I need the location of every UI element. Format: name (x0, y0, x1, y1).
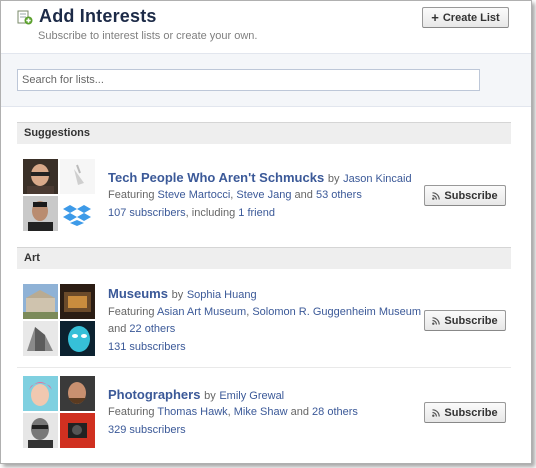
list-thumbnails (23, 159, 95, 231)
list-name-row: Museums by Sophia Huang (108, 286, 257, 301)
list-name-link[interactable]: Photographers (108, 387, 200, 402)
and-label: and (290, 406, 309, 418)
thumbnail-image (60, 159, 95, 194)
featuring-line: Featuring Steve Martocci, Steve Jang and… (108, 189, 362, 201)
section-header-suggestions: Suggestions (17, 122, 511, 144)
rss-icon (432, 408, 441, 417)
subscribe-button[interactable]: Subscribe (424, 402, 506, 423)
featuring-label: Featuring (108, 189, 155, 201)
list-thumbnails (23, 284, 95, 356)
by-label: by (327, 173, 340, 185)
by-label: by (171, 289, 184, 301)
search-bar (1, 54, 531, 107)
subscribers-line: 329 subscribers (108, 424, 186, 436)
featuring-line: Featuring Thomas Hawk, Mike Shaw and 28 … (108, 406, 358, 418)
subscribers-line: 131 subscribers (108, 341, 186, 353)
section-header-art: Art (17, 247, 511, 269)
featuring-label: Featuring (108, 306, 155, 318)
page-title: Add Interests (39, 6, 157, 26)
dropbox-icon (60, 196, 95, 231)
featured-link[interactable]: Steve Jang (236, 189, 291, 201)
list-name-link[interactable]: Museums (108, 286, 168, 301)
thumbnail-image (60, 413, 95, 448)
search-input[interactable] (17, 69, 480, 91)
thumbnail-image (23, 196, 58, 231)
featured-link[interactable]: Solomon R. Guggenheim Museum (252, 306, 421, 318)
add-interests-dialog: Add Interests Subscribe to interest list… (0, 0, 532, 464)
featuring-line: Featuring Asian Art Museum, Solomon R. G… (108, 306, 421, 318)
create-list-label: Create List (442, 11, 500, 24)
thumbnail-image (60, 321, 95, 356)
author-link[interactable]: Emily Grewal (219, 390, 284, 402)
thumbnail-image (23, 413, 58, 448)
comma-separator: , (227, 406, 231, 418)
subscribers-link[interactable]: 107 subscribers (108, 207, 186, 219)
friend-link[interactable]: 1 friend (238, 207, 275, 219)
others-link[interactable]: 53 others (316, 189, 362, 201)
author-link[interactable]: Sophia Huang (187, 289, 257, 301)
featuring-label: Featuring (108, 406, 155, 418)
create-list-button[interactable]: + Create List (422, 7, 509, 28)
comma-separator: , (230, 189, 234, 201)
rss-icon (432, 316, 441, 325)
list-name-row: Photographers by Emily Grewal (108, 387, 284, 402)
item-divider (17, 367, 511, 368)
subscribers-link[interactable]: 131 subscribers (108, 341, 186, 353)
list-name-link[interactable]: Tech People Who Aren't Schmucks (108, 170, 324, 185)
author-link[interactable]: Jason Kincaid (343, 173, 412, 185)
featured-link[interactable]: Mike Shaw (234, 406, 288, 418)
plus-icon: + (431, 10, 439, 25)
subscribe-label: Subscribe (444, 189, 498, 202)
featured-link[interactable]: Thomas Hawk (157, 406, 227, 418)
subscribe-button[interactable]: Subscribe (424, 185, 506, 206)
by-label: by (204, 390, 216, 402)
subscribe-label: Subscribe (444, 314, 498, 327)
thumbnail-image (23, 376, 58, 411)
rss-icon (432, 191, 441, 200)
subscribe-button[interactable]: Subscribe (424, 310, 506, 331)
thumbnail-image (60, 376, 95, 411)
subscribe-label: Subscribe (444, 406, 498, 419)
others-link[interactable]: 22 others (129, 323, 175, 335)
others-link[interactable]: 28 others (312, 406, 358, 418)
featured-link[interactable]: Asian Art Museum (157, 306, 246, 318)
thumbnail-image (23, 159, 58, 194)
subscribers-line: 107 subscribers, including 1 friend (108, 207, 275, 219)
thumbnail-image (60, 284, 95, 319)
list-thumbnails (23, 376, 95, 448)
featuring-line-continued: and 22 others (108, 323, 175, 335)
dialog-header: Add Interests Subscribe to interest list… (1, 1, 531, 54)
page-subtitle: Subscribe to interest lists or create yo… (38, 30, 258, 42)
list-name-row: Tech People Who Aren't Schmucks by Jason… (108, 170, 412, 185)
thumbnail-image (23, 321, 58, 356)
and-label: and (108, 323, 127, 335)
featured-link[interactable]: Steve Martocci (158, 189, 231, 201)
comma-separator: , (246, 306, 250, 318)
add-list-icon (17, 10, 33, 25)
subscribers-link[interactable]: 329 subscribers (108, 424, 186, 436)
thumbnail-image (23, 284, 58, 319)
including-label: , including (185, 207, 236, 219)
and-label: and (294, 189, 313, 201)
